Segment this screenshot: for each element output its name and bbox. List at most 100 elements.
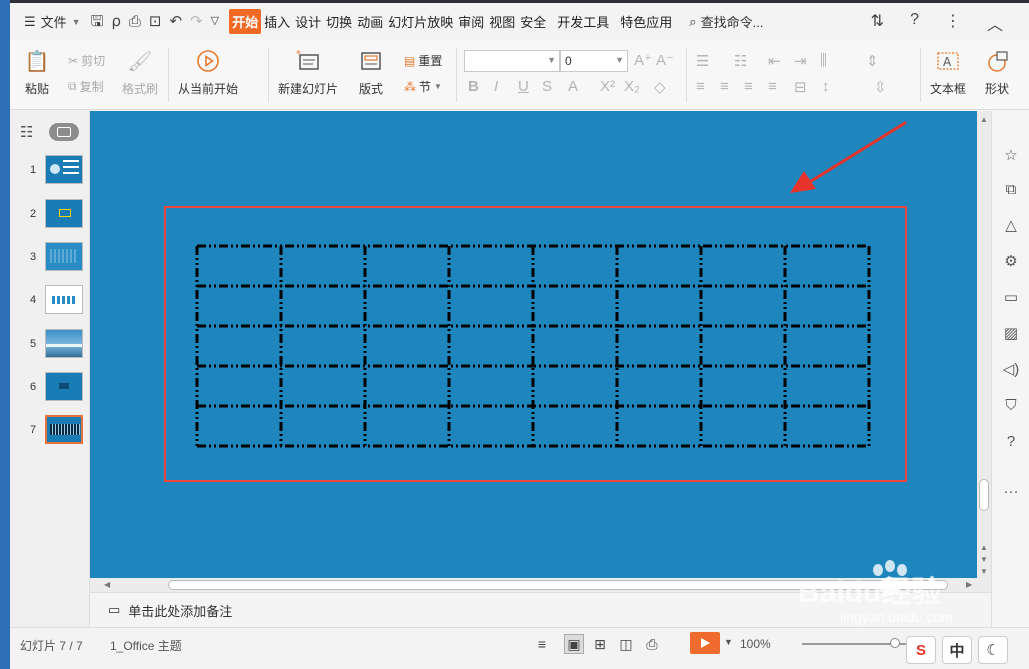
tab-transition[interactable]: 切换 <box>324 9 354 34</box>
cut-button[interactable]: ✂ 剪切 <box>68 52 105 69</box>
design-icon[interactable]: △ <box>1001 215 1021 235</box>
justify-icon[interactable]: ≡ <box>768 78 777 95</box>
copy-button[interactable]: ⧉ 复制 <box>68 78 104 95</box>
text-box-button[interactable]: A 文本框 <box>930 48 966 97</box>
tab-special[interactable]: 特色应用 <box>618 9 674 34</box>
shape-button[interactable]: 形状 <box>984 48 1010 97</box>
align-left-icon[interactable]: ≡ <box>696 78 705 95</box>
increase-font-icon[interactable]: A⁺ <box>634 51 652 69</box>
print-preview-icon[interactable]: ⊡ <box>149 14 162 29</box>
tab-review[interactable]: 审阅 <box>456 9 486 34</box>
backup-icon[interactable]: ▭ <box>1001 287 1021 307</box>
tab-view[interactable]: 视图 <box>487 9 517 34</box>
chevron-down-icon[interactable]: ▼ <box>724 637 733 647</box>
slide-sorter-icon[interactable]: ⊞ <box>590 634 610 654</box>
paragraph-spacing-icon[interactable]: ⇳ <box>874 78 887 96</box>
layout-button[interactable]: 版式 <box>358 48 384 97</box>
clear-format-icon[interactable]: ◇ <box>654 78 666 96</box>
vertical-scroll-thumb[interactable] <box>979 479 989 511</box>
vertical-scrollbar[interactable]: ▲ ▲ ▼ ▼ <box>977 111 991 578</box>
zoom-level[interactable]: 100% <box>740 637 771 651</box>
slide-thumbnail[interactable]: 7 <box>30 415 83 444</box>
scroll-down-icon[interactable]: ▼ <box>980 555 988 564</box>
sogou-icon[interactable]: S <box>906 636 936 664</box>
slide-thumbnail[interactable]: 3 <box>30 242 83 271</box>
italic-icon[interactable]: I <box>494 78 498 95</box>
dashed-table[interactable] <box>193 243 873 449</box>
collapse-ribbon-icon[interactable]: ︿ <box>987 11 1003 35</box>
tab-animation[interactable]: 动画 <box>355 9 385 34</box>
scroll-left-icon[interactable]: ◀ <box>104 580 110 589</box>
tab-developer[interactable]: 开发工具 <box>555 9 611 34</box>
slide-view-toggle-icon[interactable] <box>49 123 80 141</box>
help-icon[interactable]: ? <box>910 11 919 35</box>
slide-thumbnail[interactable]: 2 <box>30 199 83 228</box>
reset-button[interactable]: ▤ 重置 <box>404 52 442 69</box>
notes-bar[interactable]: ▭ 单击此处添加备注 <box>90 592 991 627</box>
horizontal-scrollbar[interactable]: ◀ ▶ <box>90 578 991 592</box>
ime-language[interactable]: 中 <box>942 636 972 664</box>
strikethrough-icon[interactable]: S <box>542 78 552 95</box>
align-right-icon[interactable]: ≡ <box>744 78 753 95</box>
font-color-icon[interactable]: A <box>568 78 578 95</box>
image-icon[interactable]: ▨ <box>1001 323 1021 343</box>
paste-button[interactable]: 📋 粘贴 <box>24 48 50 97</box>
zoom-slider[interactable] <box>802 638 912 648</box>
new-slide-button[interactable]: * 新建幻灯片 <box>278 48 338 97</box>
distribute-icon[interactable]: ⊟ <box>794 78 807 96</box>
undo-icon[interactable]: ↶ <box>170 14 183 29</box>
properties-icon[interactable]: ⚙ <box>1001 251 1021 271</box>
sync-icon[interactable]: ⇅ <box>871 11 884 35</box>
scroll-right-icon[interactable]: ▶ <box>966 580 972 589</box>
normal-view-icon[interactable]: ▣ <box>564 634 584 654</box>
zoom-knob[interactable] <box>890 638 900 648</box>
horizontal-scroll-thumb[interactable] <box>168 580 948 590</box>
increase-indent-icon[interactable]: ⇥ <box>794 52 807 70</box>
reading-view-icon[interactable]: ◫ <box>616 634 636 654</box>
more-options-icon[interactable]: ⋮ <box>945 11 961 35</box>
bold-icon[interactable]: B <box>468 78 479 95</box>
slide-canvas[interactable] <box>90 111 977 578</box>
numbered-list-icon[interactable]: ☷ <box>734 52 747 70</box>
slide-thumbnail[interactable]: 1 <box>30 155 83 184</box>
tab-home[interactable]: 开始 <box>229 9 262 34</box>
section-button[interactable]: ⁂ 节 ▼ <box>404 78 442 95</box>
bullet-list-icon[interactable]: ☰ <box>696 52 709 70</box>
redo-icon[interactable]: ↷ <box>190 14 203 29</box>
present-mode-icon[interactable]: ⎙ <box>642 634 662 654</box>
font-size-select[interactable]: 0 ▼ <box>560 50 628 72</box>
file-menu-button[interactable]: ☰ 文件 ▼ <box>24 12 81 31</box>
underline-icon[interactable]: U <box>518 78 529 95</box>
theme-name[interactable]: 1_Office 主题 <box>110 637 182 654</box>
print-icon[interactable]: ⎙ <box>129 14 141 29</box>
decrease-font-icon[interactable]: A⁻ <box>656 51 674 69</box>
save-icon[interactable]: 🖫 <box>91 14 104 29</box>
slide-thumbnail[interactable]: 5 <box>30 329 83 358</box>
command-search[interactable]: ⌕ 查找命令... <box>689 12 763 31</box>
notes-toggle-icon[interactable]: ≡ <box>532 634 552 654</box>
scroll-up-icon[interactable]: ▲ <box>980 115 988 124</box>
tab-slideshow[interactable]: 幻灯片放映 <box>386 9 455 34</box>
scroll-down-icon[interactable]: ▼ <box>980 567 988 576</box>
text-direction-icon[interactable]: ⇕ <box>866 52 879 70</box>
slide-thumbnail[interactable]: 4 <box>30 285 83 314</box>
subscript-icon[interactable]: X₂ <box>624 78 640 95</box>
more-icon[interactable]: ··· <box>1001 481 1021 501</box>
animation-icon[interactable]: ☆ <box>1001 145 1021 165</box>
audio-icon[interactable]: ◁) <box>1001 359 1021 379</box>
tab-insert[interactable]: 插入 <box>262 9 292 34</box>
transition-icon[interactable]: ⧉ <box>1001 179 1021 199</box>
shield-icon[interactable]: ⛉ <box>1001 395 1021 415</box>
outline-view-icon[interactable]: ☷ <box>20 123 33 141</box>
slideshow-play-button[interactable] <box>690 632 720 654</box>
columns-icon[interactable]: ⫼ <box>820 52 827 69</box>
align-center-icon[interactable]: ≡ <box>720 78 729 95</box>
scroll-up-icon[interactable]: ▲ <box>980 543 988 552</box>
font-family-select[interactable]: ▼ <box>464 50 560 72</box>
superscript-icon[interactable]: X² <box>600 78 615 95</box>
slide-thumbnail[interactable]: 6 <box>30 372 83 401</box>
customize-dropdown-icon[interactable]: ▽ <box>211 16 219 27</box>
line-spacing-icon[interactable]: ↕ <box>822 78 830 95</box>
play-from-current-button[interactable]: 从当前开始 <box>178 48 238 97</box>
tab-design[interactable]: 设计 <box>293 9 323 34</box>
